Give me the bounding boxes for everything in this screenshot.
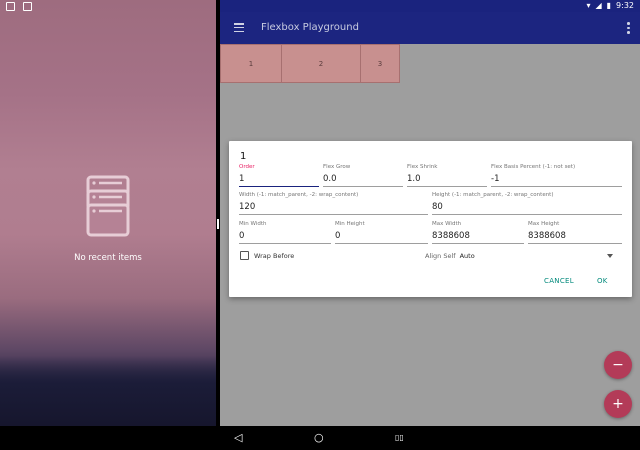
height-label: Height (-1: match_parent, -2: wrap_conte… bbox=[432, 192, 554, 198]
flex-basis-label: Flex Basis Percent (-1: not set) bbox=[491, 164, 576, 170]
notification-icon bbox=[23, 2, 32, 11]
sim-icon bbox=[6, 2, 15, 11]
recents-empty-icon bbox=[86, 175, 130, 237]
align-self-value[interactable]: Auto bbox=[460, 252, 475, 260]
align-self-select[interactable]: Align Self Auto bbox=[425, 252, 475, 260]
min-height-input[interactable]: 0 bbox=[335, 231, 428, 244]
order-label: Order bbox=[239, 164, 255, 170]
wrap-before-checkbox[interactable] bbox=[240, 251, 249, 260]
height-field[interactable]: Height (-1: match_parent, -2: wrap_conte… bbox=[432, 192, 622, 215]
width-label: Width (-1: match_parent, -2: wrap_conten… bbox=[239, 192, 359, 198]
cancel-button[interactable]: CANCEL bbox=[544, 277, 574, 285]
flex-item-3[interactable]: 3 bbox=[360, 44, 400, 83]
status-time: 9:32 bbox=[616, 1, 634, 10]
back-icon[interactable]: ◁ bbox=[234, 431, 242, 444]
overflow-menu-icon[interactable] bbox=[627, 22, 630, 36]
divider-handle[interactable] bbox=[217, 219, 219, 229]
app-title: Flexbox Playground bbox=[261, 22, 359, 33]
min-width-label: Min Width bbox=[239, 221, 267, 227]
flex-shrink-field[interactable]: Flex Shrink 1.0 bbox=[407, 164, 487, 187]
flex-grow-label: Flex Grow bbox=[323, 164, 351, 170]
app-bar: Flexbox Playground bbox=[220, 12, 640, 44]
max-width-label: Max Width bbox=[432, 221, 462, 227]
height-input[interactable]: 80 bbox=[432, 202, 622, 215]
recents-pane: No recent items bbox=[0, 0, 216, 426]
align-self-label: Align Self bbox=[425, 252, 456, 260]
overview-icon[interactable]: ▯▯ bbox=[395, 433, 404, 442]
wrap-before-label: Wrap Before bbox=[254, 251, 295, 260]
no-recent-items-text: No recent items bbox=[74, 253, 142, 263]
max-height-field[interactable]: Max Height 8388608 bbox=[528, 221, 622, 244]
signal-icon: ◢ bbox=[595, 1, 602, 10]
min-width-input[interactable]: 0 bbox=[239, 231, 331, 244]
flex-basis-input[interactable]: -1 bbox=[491, 174, 622, 187]
wifi-icon: ▾ bbox=[586, 1, 591, 10]
min-width-field[interactable]: Min Width 0 bbox=[239, 221, 331, 244]
max-height-input[interactable]: 8388608 bbox=[528, 231, 622, 244]
flex-item-edit-dialog: 1 Order 1 Flex Grow 0.0 Flex Shrink 1.0 … bbox=[229, 141, 632, 297]
order-input[interactable]: 1 bbox=[239, 174, 319, 187]
max-width-field[interactable]: Max Width 8388608 bbox=[432, 221, 524, 244]
flex-grow-field[interactable]: Flex Grow 0.0 bbox=[323, 164, 403, 187]
min-height-label: Min Height bbox=[335, 221, 365, 227]
order-field[interactable]: Order 1 bbox=[239, 164, 319, 187]
width-field[interactable]: Width (-1: match_parent, -2: wrap_conten… bbox=[239, 192, 428, 215]
dialog-title: 1 bbox=[240, 151, 247, 162]
flex-item-label: 1 bbox=[248, 59, 254, 68]
wallpaper-silhouette bbox=[0, 356, 216, 426]
menu-icon[interactable] bbox=[234, 23, 244, 33]
left-status-icons bbox=[6, 2, 32, 11]
home-icon[interactable]: ○ bbox=[314, 431, 324, 444]
remove-item-button[interactable]: − bbox=[604, 351, 632, 379]
wrap-before-row[interactable]: Wrap Before bbox=[240, 251, 294, 260]
width-input[interactable]: 120 bbox=[239, 202, 428, 215]
min-height-field[interactable]: Min Height 0 bbox=[335, 221, 428, 244]
flex-item-2[interactable]: 2 bbox=[281, 44, 361, 83]
battery-icon: ▮ bbox=[606, 1, 612, 10]
add-item-button[interactable]: + bbox=[604, 390, 632, 418]
status-bar: ▾ ◢ ▮ 9:32 bbox=[220, 0, 640, 12]
max-width-input[interactable]: 8388608 bbox=[432, 231, 524, 244]
ok-button[interactable]: OK bbox=[597, 277, 608, 285]
flex-item-label: 3 bbox=[377, 59, 383, 68]
dropdown-arrow-icon[interactable] bbox=[607, 254, 613, 258]
flex-item-1[interactable]: 1 bbox=[220, 44, 282, 83]
flex-grow-input[interactable]: 0.0 bbox=[323, 174, 403, 187]
flex-shrink-label: Flex Shrink bbox=[407, 164, 438, 170]
flex-basis-field[interactable]: Flex Basis Percent (-1: not set) -1 bbox=[491, 164, 622, 187]
max-height-label: Max Height bbox=[528, 221, 560, 227]
flex-item-label: 2 bbox=[318, 59, 324, 68]
flex-shrink-input[interactable]: 1.0 bbox=[407, 174, 487, 187]
navigation-bar: ◁ ○ ▯▯ bbox=[0, 426, 640, 450]
